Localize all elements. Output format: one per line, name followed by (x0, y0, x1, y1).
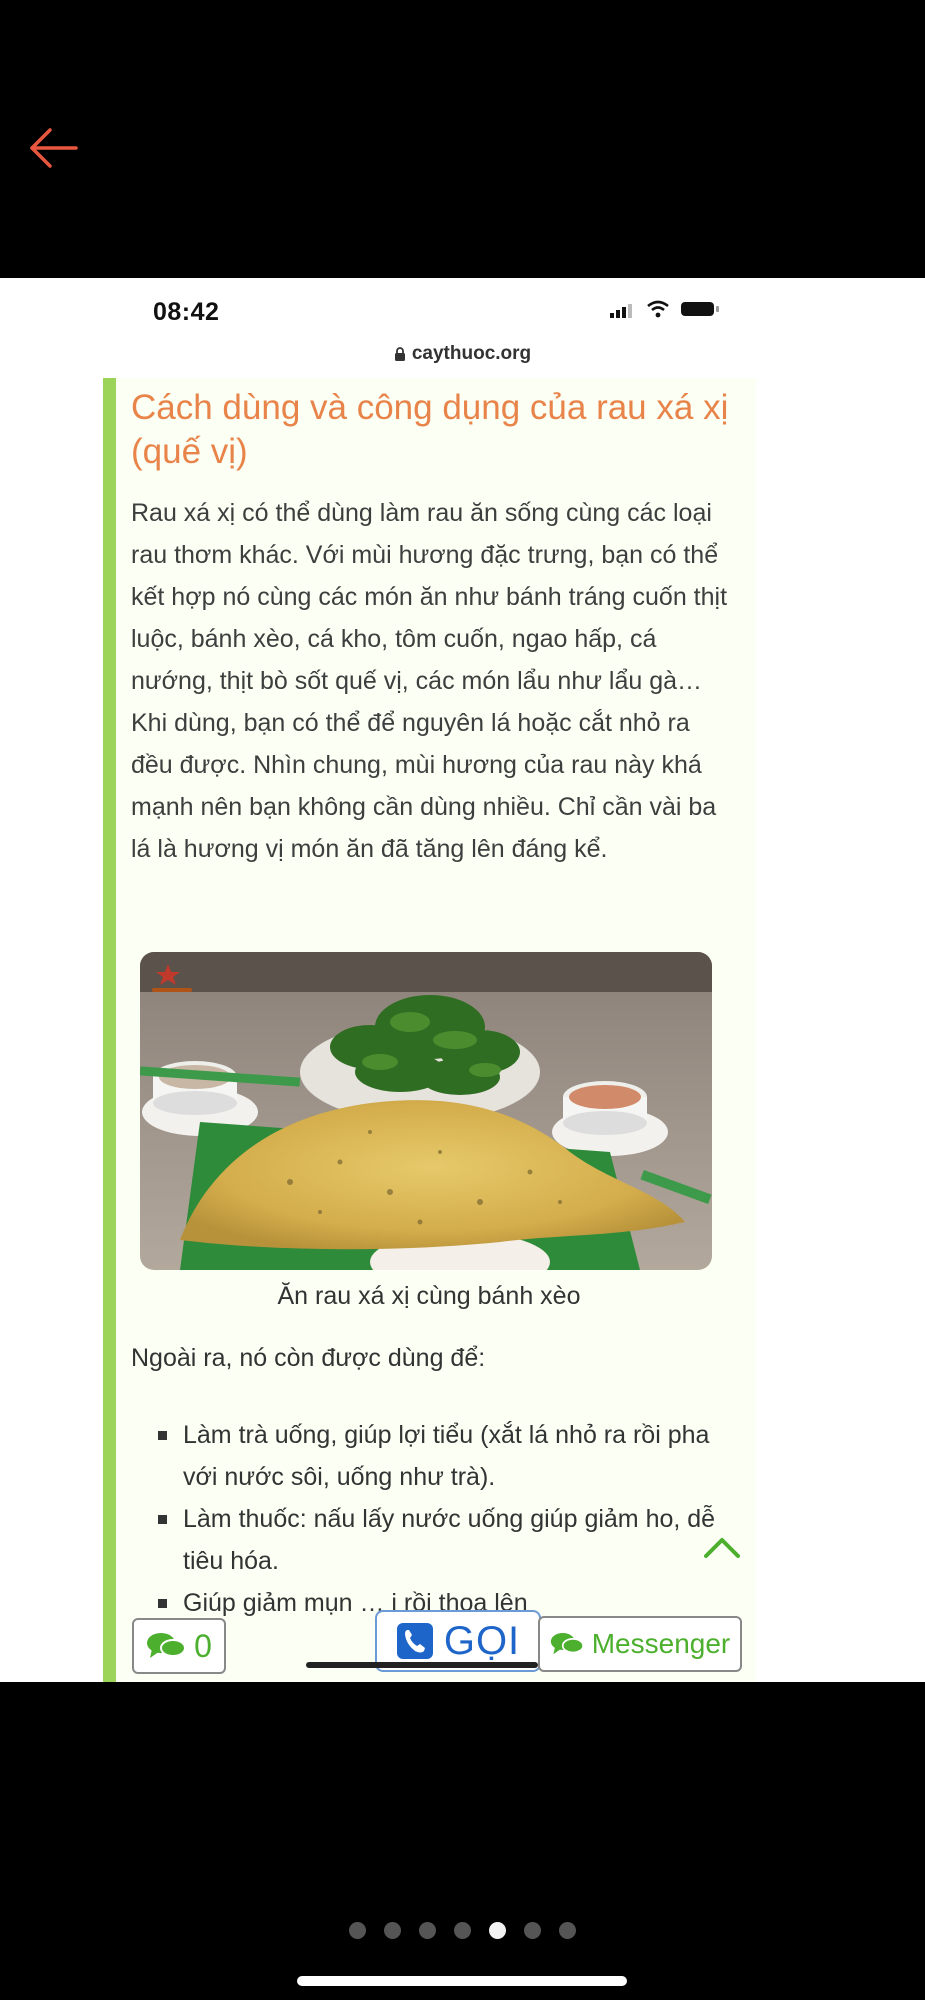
floating-action-bar: 0 GỌI Messenger (0, 1610, 925, 1682)
lock-icon (394, 347, 405, 361)
arrow-left-icon (30, 128, 78, 168)
image-caption: Ăn rau xá xị cùng bánh xèo (277, 1282, 581, 1310)
list-item: Làm thuốc: nấu lấy nước uống giúp giảm h… (131, 1498, 731, 1582)
article-paragraph: Rau xá xị có thể dùng làm rau ăn sống cù… (131, 499, 728, 863)
section-heading: Cách dùng và công dụng của rau xá xị (qu… (131, 388, 729, 471)
scroll-to-top-button[interactable] (700, 1528, 744, 1564)
page-dot[interactable] (559, 1922, 576, 1939)
list-intro: Ngoài ra, nó còn được dùng để: (131, 1344, 486, 1372)
messenger-button[interactable]: Messenger (538, 1616, 742, 1672)
page-dot[interactable] (454, 1922, 471, 1939)
status-bar: 08:42 (0, 278, 925, 340)
article-image[interactable] (140, 952, 712, 1270)
url-text: caythuoc.org (411, 343, 532, 364)
page-dot[interactable] (384, 1922, 401, 1939)
call-label: GỌI (443, 1618, 521, 1663)
viewer-bottom-bar (0, 1682, 925, 2000)
bullet-icon (158, 1515, 167, 1524)
uses-list: Làm trà uống, giúp lợi tiểu (xắt lá nhỏ … (131, 1414, 731, 1624)
address-bar[interactable]: caythuoc.org (0, 343, 925, 365)
page-dot[interactable] (419, 1922, 436, 1939)
article-body: Cách dùng và công dụng của rau xá xị (qu… (103, 378, 756, 1682)
article-content: Cách dùng và công dụng của rau xá xị (qu… (131, 378, 731, 870)
wifi-icon (647, 300, 669, 318)
status-time: 08:42 (153, 298, 220, 326)
home-indicator[interactable] (297, 1976, 627, 1986)
back-button[interactable] (26, 120, 82, 176)
phone-screenshot: 08:42 caythuoc.org Cách dùng và công dụn… (0, 278, 925, 1682)
status-icons (610, 300, 720, 318)
bullet-icon (158, 1431, 167, 1440)
signal-icon (610, 304, 632, 318)
bullet-icon (158, 1599, 167, 1608)
phone-icon (396, 1623, 433, 1659)
page-dot[interactable] (489, 1922, 506, 1939)
page-indicator (0, 1922, 925, 1939)
comment-count: 0 (194, 1627, 212, 1664)
screenshot-home-indicator (306, 1662, 538, 1668)
page-dot[interactable] (349, 1922, 366, 1939)
list-item: Làm trà uống, giúp lợi tiểu (xắt lá nhỏ … (131, 1414, 731, 1498)
viewer-top-bar (0, 0, 925, 278)
chat-bubbles-icon (550, 1632, 584, 1655)
page-dot[interactable] (524, 1922, 541, 1939)
chat-bubbles-icon (147, 1633, 187, 1658)
battery-icon (681, 302, 719, 316)
messenger-label: Messenger (591, 1628, 731, 1659)
banh-xeo-photo (140, 952, 712, 1270)
chevron-up-icon (704, 1538, 740, 1558)
comments-button[interactable]: 0 (132, 1618, 226, 1674)
